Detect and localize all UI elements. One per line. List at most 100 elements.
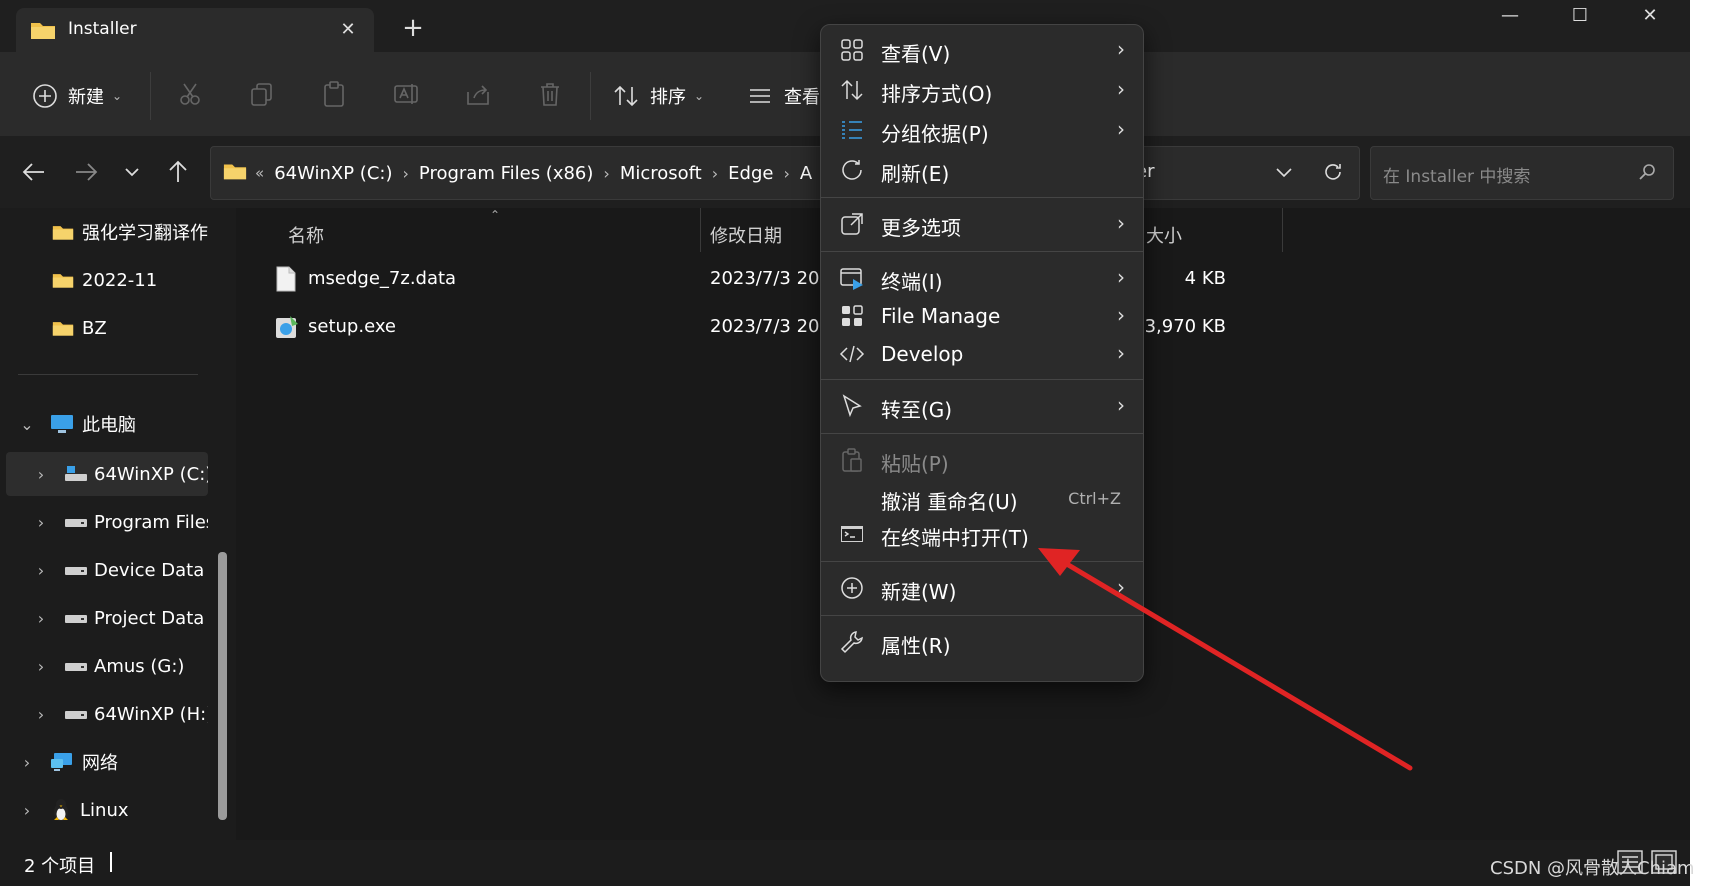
- menu-item-label: 粘贴(P): [881, 452, 949, 476]
- plus-circle-icon: [32, 83, 58, 109]
- view-button-label: 查看: [784, 87, 820, 108]
- tab-installer[interactable]: Installer ✕: [16, 8, 374, 52]
- menu-item-label: 分组依据(P): [881, 122, 989, 146]
- menu-item-terminal[interactable]: 终端(I) ›: [821, 259, 1143, 299]
- new-tab-button[interactable]: +: [398, 14, 428, 44]
- sidebar-item-folder[interactable]: 2022-11: [52, 260, 157, 300]
- sidebar-item-folder[interactable]: 强化学习翻译作: [52, 212, 208, 252]
- folder-icon: [223, 161, 247, 181]
- sidebar-item-network[interactable]: › 网络: [18, 742, 118, 782]
- sidebar-item-label: Linux: [80, 799, 129, 821]
- menu-item-undo-rename[interactable]: 撤消 重命名(U) Ctrl+Z: [821, 479, 1143, 519]
- column-divider[interactable]: [1282, 208, 1283, 252]
- menu-item-refresh[interactable]: 刷新(E): [821, 151, 1143, 191]
- menu-item-label: 排序方式(O): [881, 82, 993, 106]
- sort-button[interactable]: 排序 ⌄: [612, 78, 704, 114]
- breadcrumb: « 64WinXP (C:) › Program Files (x86) › M…: [255, 147, 812, 199]
- chevron-right-icon[interactable]: ›: [32, 705, 50, 724]
- menu-item-group-by[interactable]: 分组依据(P) ›: [821, 111, 1143, 151]
- address-dropdown-icon[interactable]: [1273, 161, 1295, 183]
- breadcrumb-item[interactable]: Microsoft: [620, 163, 702, 184]
- chevron-right-icon[interactable]: ›: [32, 609, 50, 628]
- chevron-right-icon: ›: [1117, 117, 1125, 141]
- menu-item-file-manage[interactable]: File Manage ›: [821, 297, 1143, 337]
- file-name: setup.exe: [308, 316, 396, 337]
- menu-item-sort-by[interactable]: 排序方式(O) ›: [821, 71, 1143, 111]
- sidebar-item-drive[interactable]: › 64WinXP (H:): [32, 694, 208, 734]
- minimize-button[interactable]: —: [1480, 0, 1540, 32]
- sidebar-item-drive[interactable]: › Project Data (: [32, 598, 208, 638]
- sidebar-item-this-pc[interactable]: ⌄ 此电脑: [18, 404, 136, 444]
- up-button[interactable]: [164, 158, 192, 186]
- cut-icon[interactable]: [176, 80, 206, 110]
- chevron-right-icon[interactable]: ›: [32, 561, 50, 580]
- chevron-right-icon[interactable]: ›: [32, 513, 50, 532]
- menu-item-develop[interactable]: Develop ›: [821, 335, 1143, 375]
- sidebar-item-drive[interactable]: › 64WinXP (C:): [32, 454, 208, 494]
- column-divider[interactable]: [700, 208, 701, 252]
- search-input[interactable]: 在 Installer 中搜索: [1370, 146, 1674, 200]
- menu-item-more-options[interactable]: 更多选项 ›: [821, 205, 1143, 245]
- drive-icon: [64, 515, 88, 529]
- tab-close-button[interactable]: ✕: [334, 16, 362, 44]
- menu-item-label: Develop: [881, 342, 964, 366]
- file-modified: 2023/7/3 20:: [710, 316, 826, 337]
- back-button[interactable]: [20, 158, 48, 186]
- sort-icon: [612, 83, 640, 109]
- new-button-label: 新建: [68, 87, 104, 108]
- menu-item-view[interactable]: 查看(V) ›: [821, 31, 1143, 71]
- recent-locations-button[interactable]: [118, 158, 146, 186]
- delete-icon[interactable]: [536, 80, 566, 110]
- terminal-icon: [839, 265, 867, 293]
- status-bar: 2 个项目: [0, 840, 1690, 886]
- chevron-right-icon[interactable]: ›: [18, 753, 36, 772]
- chevron-down-icon: ⌄: [694, 89, 705, 103]
- chevron-right-icon: ›: [1117, 211, 1125, 235]
- sidebar-scrollbar[interactable]: [218, 552, 227, 820]
- new-button[interactable]: 新建 ⌄: [32, 78, 122, 114]
- close-window-button[interactable]: ✕: [1620, 0, 1680, 32]
- chevron-right-icon: ›: [1117, 265, 1125, 289]
- share-icon[interactable]: [464, 80, 494, 110]
- breadcrumb-item[interactable]: A: [800, 163, 812, 184]
- view-button[interactable]: 查看: [746, 78, 820, 114]
- sidebar-item-linux[interactable]: › Linux: [18, 790, 129, 830]
- column-header-size[interactable]: 大小: [1146, 222, 1182, 248]
- file-size: 4 KB: [1184, 268, 1226, 289]
- column-header-modified[interactable]: 修改日期: [710, 222, 782, 248]
- rename-icon[interactable]: [392, 80, 422, 110]
- forward-button[interactable]: [72, 158, 100, 186]
- address-bar[interactable]: « 64WinXP (C:) › Program Files (x86) › M…: [210, 146, 1360, 200]
- menu-separator: [821, 251, 1143, 252]
- toolbar-divider: [150, 72, 151, 120]
- paste-icon[interactable]: [320, 80, 350, 110]
- sidebar-item-folder[interactable]: BZ: [52, 308, 107, 348]
- chevron-right-icon[interactable]: ›: [32, 465, 50, 484]
- breadcrumb-item[interactable]: Edge: [728, 163, 773, 184]
- toolbar-divider: [590, 72, 591, 120]
- menu-item-label: 转至(G): [881, 398, 953, 422]
- file-size: 3,970 KB: [1144, 316, 1226, 337]
- chevron-right-icon[interactable]: ›: [18, 801, 36, 820]
- sidebar-item-drive[interactable]: › Amus (G:): [32, 646, 185, 686]
- monitor-icon: [50, 414, 74, 434]
- menu-separator: [821, 379, 1143, 380]
- search-icon: [1637, 162, 1657, 182]
- chevron-right-icon[interactable]: ›: [32, 657, 50, 676]
- overflow-chevron-icon[interactable]: «: [255, 164, 264, 182]
- maximize-button[interactable]: ☐: [1550, 0, 1610, 32]
- linux-penguin-icon: [50, 798, 72, 822]
- sidebar-item-drive[interactable]: › Program Files: [32, 502, 208, 542]
- menu-item-label: 查看(V): [881, 42, 951, 66]
- chevron-down-icon[interactable]: ⌄: [18, 415, 36, 434]
- sidebar-item-drive[interactable]: › Device Data (: [32, 550, 208, 590]
- breadcrumb-item[interactable]: 64WinXP (C:): [274, 163, 392, 184]
- breadcrumb-item[interactable]: Program Files (x86): [419, 163, 594, 184]
- refresh-icon[interactable]: [1321, 160, 1345, 184]
- menu-item-shortcut: Ctrl+Z: [1068, 489, 1121, 508]
- column-header-name[interactable]: 名称: [288, 222, 324, 248]
- menu-item-label: 新建(W): [881, 580, 957, 604]
- copy-icon[interactable]: [248, 80, 278, 110]
- file-name: msedge_7z.data: [308, 268, 457, 289]
- menu-item-goto[interactable]: 转至(G) ›: [821, 387, 1143, 427]
